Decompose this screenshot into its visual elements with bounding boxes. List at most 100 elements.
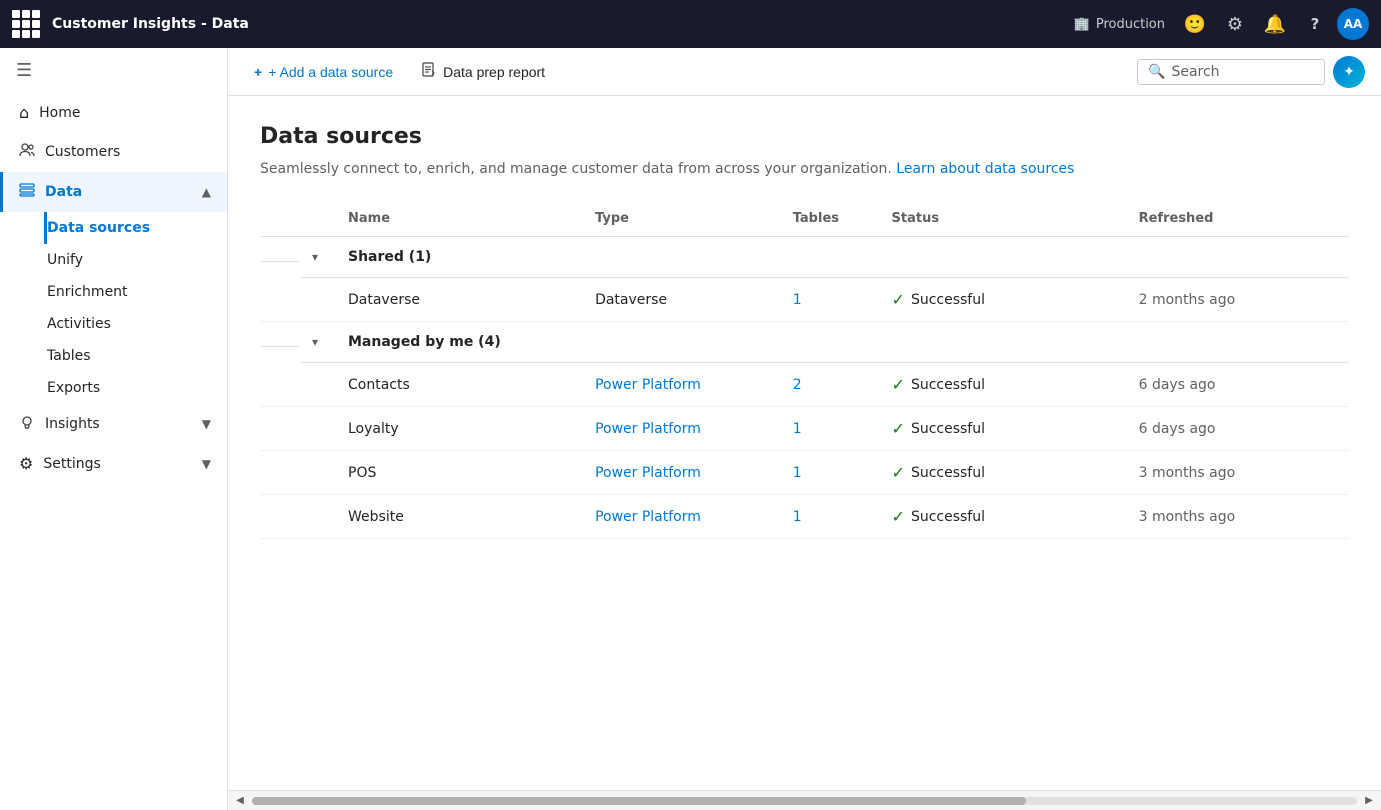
- row-tables: 1: [781, 451, 880, 495]
- status-text: Successful: [911, 509, 985, 525]
- sidebar-item-label: Data: [45, 184, 192, 200]
- group-label: Shared (1): [336, 237, 1349, 278]
- chevron-down-icon: ▼: [202, 457, 211, 471]
- smiley-icon[interactable]: 🙂: [1177, 6, 1213, 42]
- data-icon: [19, 182, 35, 202]
- data-subitems: Data sources Unify Enrichment Activities…: [0, 212, 227, 404]
- row-status: ✓ Successful: [880, 451, 1127, 495]
- row-expand: [300, 278, 336, 322]
- row-type[interactable]: Power Platform: [583, 495, 781, 539]
- learn-more-link[interactable]: Learn about data sources: [896, 161, 1074, 177]
- row-refreshed: 3 months ago: [1127, 451, 1349, 495]
- help-icon[interactable]: ?: [1297, 6, 1333, 42]
- data-sources-table: Name Type Tables Status Refreshed ▾ Shar…: [260, 201, 1349, 539]
- page-content: Data sources Seamlessly connect to, enri…: [228, 96, 1381, 790]
- add-datasource-label: + Add a data source: [268, 64, 393, 80]
- row-tables: 1: [781, 407, 880, 451]
- row-type[interactable]: Power Platform: [583, 407, 781, 451]
- table-header-row: Name Type Tables Status Refreshed: [260, 201, 1349, 237]
- row-refreshed: 2 months ago: [1127, 278, 1349, 322]
- sidebar-item-data[interactable]: Data ▲: [0, 172, 227, 212]
- environment-selector[interactable]: 🏢 Production: [1074, 17, 1165, 32]
- sidebar-subitem-activities[interactable]: Activities: [44, 308, 227, 340]
- horizontal-scrollbar: ◀ ▶: [228, 790, 1381, 810]
- sidebar-item-customers[interactable]: Customers: [0, 132, 227, 172]
- sidebar-subitem-data-sources[interactable]: Data sources: [44, 212, 227, 244]
- topbar: Customer Insights - Data 🏢 Production 🙂 …: [0, 0, 1381, 48]
- success-icon: ✓: [892, 290, 905, 309]
- sidebar-subitem-exports[interactable]: Exports: [44, 372, 227, 404]
- row-name[interactable]: Loyalty: [336, 407, 583, 451]
- row-status: ✓ Successful: [880, 278, 1127, 322]
- row-name[interactable]: Dataverse: [336, 278, 583, 322]
- sidebar-subitem-unify[interactable]: Unify: [44, 244, 227, 276]
- group-chevron-cell[interactable]: ▾: [300, 322, 336, 363]
- copilot-button[interactable]: ✦: [1333, 56, 1365, 88]
- row-name[interactable]: Contacts: [336, 363, 583, 407]
- sidebar-item-insights[interactable]: Insights ▼: [0, 404, 227, 444]
- row-tables: 1: [781, 278, 880, 322]
- group-chevron-cell[interactable]: ▾: [300, 237, 336, 278]
- group-row: ▾ Managed by me (4): [260, 322, 1349, 363]
- env-icon: 🏢: [1074, 17, 1090, 32]
- row-name[interactable]: Website: [336, 495, 583, 539]
- success-icon: ✓: [892, 375, 905, 394]
- row-expand: [300, 363, 336, 407]
- row-type[interactable]: Dataverse: [583, 278, 781, 322]
- scroll-thumb[interactable]: [252, 797, 1026, 805]
- sidebar-toggle[interactable]: ☰: [0, 48, 227, 93]
- group-check-cell: [260, 237, 300, 262]
- status-text: Successful: [911, 421, 985, 437]
- status-text: Successful: [911, 292, 985, 308]
- bell-icon[interactable]: 🔔: [1257, 6, 1293, 42]
- scroll-left-arrow[interactable]: ◀: [232, 793, 248, 809]
- row-expand: [300, 495, 336, 539]
- row-check: [260, 363, 300, 407]
- row-check: [260, 278, 300, 322]
- scroll-right-arrow[interactable]: ▶: [1361, 793, 1377, 809]
- data-prep-report-button[interactable]: Data prep report: [411, 56, 555, 87]
- plus-icon: +: [254, 64, 262, 80]
- group-row: ▾ Shared (1): [260, 237, 1349, 278]
- add-datasource-button[interactable]: + + Add a data source: [244, 58, 403, 86]
- description-text: Seamlessly connect to, enrich, and manag…: [260, 161, 892, 177]
- report-icon: [421, 62, 437, 81]
- secondbar: + + Add a data source Data prep report: [228, 48, 1381, 96]
- sidebar-item-home[interactable]: ⌂ Home: [0, 93, 227, 132]
- waffle-menu[interactable]: [12, 10, 40, 38]
- avatar[interactable]: AA: [1337, 8, 1369, 40]
- scroll-track[interactable]: [252, 797, 1357, 805]
- group-check-cell: [260, 322, 300, 347]
- row-check: [260, 495, 300, 539]
- row-check: [260, 451, 300, 495]
- status-text: Successful: [911, 377, 985, 393]
- row-name[interactable]: POS: [336, 451, 583, 495]
- row-tables: 2: [781, 363, 880, 407]
- row-status: ✓ Successful: [880, 407, 1127, 451]
- col-header-check: [260, 201, 300, 237]
- copilot-icon: ✦: [1343, 64, 1355, 80]
- row-status: ✓ Successful: [880, 363, 1127, 407]
- search-placeholder: Search: [1171, 64, 1219, 80]
- insights-icon: [19, 414, 35, 434]
- sidebar-subitem-tables[interactable]: Tables: [44, 340, 227, 372]
- search-box[interactable]: 🔍 Search: [1137, 59, 1325, 85]
- sidebar-item-label: Insights: [45, 416, 192, 432]
- row-status: ✓ Successful: [880, 495, 1127, 539]
- layout: ☰ ⌂ Home Customers: [0, 48, 1381, 810]
- row-type[interactable]: Power Platform: [583, 363, 781, 407]
- row-refreshed: 3 months ago: [1127, 495, 1349, 539]
- env-label: Production: [1096, 17, 1165, 32]
- row-type[interactable]: Power Platform: [583, 451, 781, 495]
- sidebar-item-settings[interactable]: ⚙ Settings ▼: [0, 444, 227, 483]
- sidebar-item-label: Home: [39, 105, 211, 121]
- sidebar-item-label: Settings: [43, 456, 191, 472]
- sidebar-subitem-enrichment[interactable]: Enrichment: [44, 276, 227, 308]
- settings-icon[interactable]: ⚙: [1217, 6, 1253, 42]
- status-text: Successful: [911, 465, 985, 481]
- success-icon: ✓: [892, 507, 905, 526]
- col-header-refreshed: Refreshed: [1127, 201, 1349, 237]
- sidebar-item-label: Customers: [45, 144, 211, 160]
- table-row: Website Power Platform 1 ✓ Successful 3 …: [260, 495, 1349, 539]
- table-row: Dataverse Dataverse 1 ✓ Successful 2 mon…: [260, 278, 1349, 322]
